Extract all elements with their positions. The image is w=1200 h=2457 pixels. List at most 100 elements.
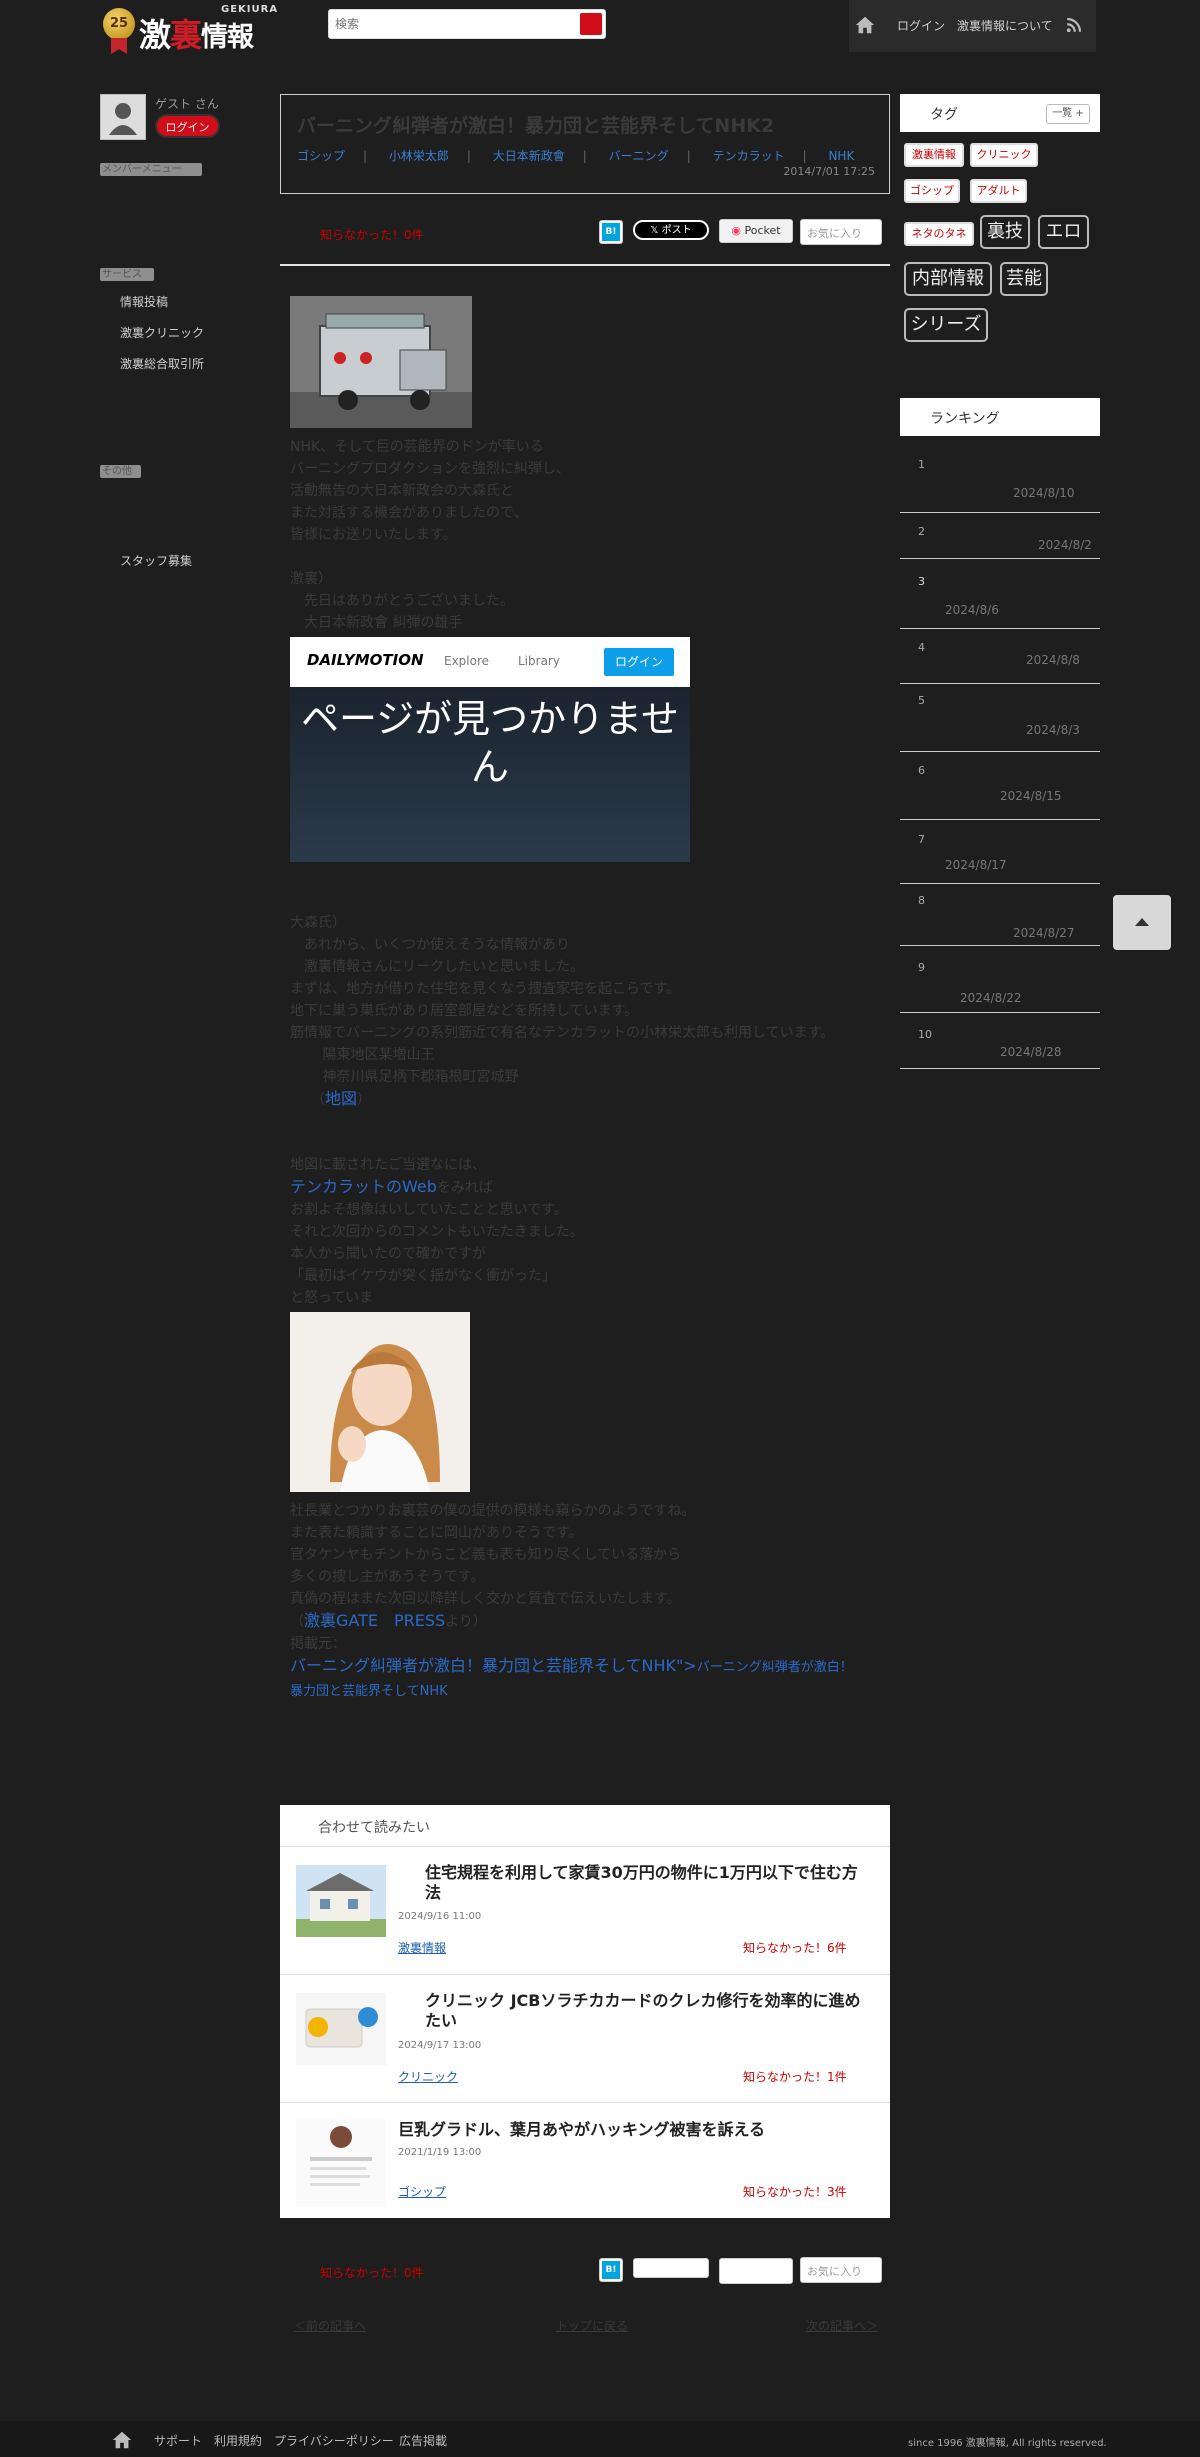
article-tag-shinseikai[interactable]: 大日本新政會 [493,149,565,163]
ranking-item[interactable]: 8 2024/8/27 [900,884,1100,946]
footer-support-link[interactable]: サポート [154,2432,202,2449]
next-article-link[interactable]: 次の記事へ＞ [806,2317,878,2334]
member-menu-header: メンバーメニュー [100,163,202,176]
sidebar-link-staff[interactable]: スタッフ募集 [120,552,192,569]
woman-portrait-image [290,1312,470,1492]
related-item[interactable]: 巨乳グラドル、葉月あやがハッキング被害を訴える 2021/1/19 13:00 … [280,2103,890,2218]
scroll-to-top-button[interactable] [1113,895,1171,950]
related-header: 合わせて読みたい [280,1805,890,1847]
related-title[interactable]: クリニック JCBソラチカカードのクレカ修行を効率的に進めたい [425,1991,865,2031]
tencarat-web-link[interactable]: テンカラットのWeb [290,1177,437,1196]
footer-ads-link[interactable]: 広告掲載 [399,2432,447,2449]
tag-adult[interactable]: アダルト [970,179,1027,203]
tag-clinic[interactable]: クリニック [970,143,1038,167]
source-article-link[interactable]: バーニング糾弾者が激白！暴力団と芸能界そしてNHK">バーニング糾弾者が激白！暴… [290,1656,853,1699]
home-icon[interactable] [111,2429,133,2451]
guest-label: ゲスト さん [155,97,219,111]
logo-text: 激裏情報 [139,16,254,54]
tag-geino[interactable]: 芸能 [1000,262,1048,296]
dailymotion-embed[interactable]: DAILYMOTION Explore Library ログイン ページが見つか… [290,637,690,862]
related-category-link[interactable]: クリニック [398,2068,458,2085]
article-tag-nhk[interactable]: NHK [828,149,854,163]
shiranakatta-count[interactable]: 知らなかった！0件 [320,226,424,243]
related-title[interactable]: 住宅規程を利用して家賃30万円の物件に1万円以下で住む方法 [425,1863,865,1903]
x-post-button[interactable]: 𝕏 ポスト [633,220,709,240]
rss-icon[interactable] [1065,16,1083,34]
truck-image [290,296,472,428]
shiranakatta-count-bottom[interactable]: 知らなかった！0件 [320,2264,424,2281]
tag-netanotane[interactable]: ネタのタネ [904,222,974,246]
related-item[interactable]: クリニック JCBソラチカカードのクレカ修行を効率的に進めたい 2024/9/1… [280,1975,890,2103]
ranking-item[interactable]: 9 2024/8/22 [900,946,1100,1013]
tag-ero[interactable]: エロ [1038,215,1089,249]
ranking-item[interactable]: 1 2024/8/10 [900,446,1100,513]
nav-login-link[interactable]: ログイン [897,17,945,34]
user-silhouette-icon [109,103,137,135]
related-count: 知らなかった！1件 [743,2070,847,2084]
hatena-bookmark-button-bottom[interactable]: B! [599,2258,623,2282]
video-login-button[interactable]: ログイン [604,648,674,676]
paragraph-1: NHK、そして巨の芸能界のドンが率いる バーニングプロダクションを強烈に糾弾し、活… [290,439,570,543]
tag-uraza[interactable]: 裏技 [980,215,1030,249]
ranking-item[interactable]: 6 2024/8/15 [900,752,1100,820]
related-category-link[interactable]: 激裏情報 [398,1939,446,1956]
hatena-bookmark-button[interactable]: B! [599,220,623,244]
video-explore-link[interactable]: Explore [444,654,489,668]
anniversary-medal-icon: 25 [103,8,135,40]
ranking-item[interactable]: 7 2024/8/17 [900,820,1100,884]
map-link[interactable]: 地図 [325,1089,357,1108]
related-date: 2024/9/16 11:00 [398,1911,482,1922]
article-tag-kobayashi[interactable]: 小林栄太郎 [389,149,449,163]
paragraph-3: 大森氏） あれから、いくつか使えそうな情報があり 激裏情報さんにリークしたいと思… [290,915,835,1108]
x-post-button-bottom[interactable] [633,2258,709,2278]
related-title[interactable]: 巨乳グラドル、葉月あやがハッキング被害を訴える [398,2120,858,2140]
top-nav: ログイン 激裏情報について [849,0,1096,52]
ranking-item[interactable]: 2 2024/8/2 [900,513,1100,559]
nav-about-link[interactable]: 激裏情報について [957,17,1053,34]
home-icon[interactable] [854,14,876,36]
site-logo[interactable]: 25 GEKIURA 激裏情報 [103,4,283,54]
ranking-item[interactable]: 10 2024/8/28 [900,1013,1100,1069]
ranking-item[interactable]: 3 2024/8/6 [900,559,1100,629]
tag-series[interactable]: シリーズ [904,308,988,342]
pocket-button[interactable]: ◉ Pocket [719,219,793,243]
favorite-button[interactable]: お気に入り [800,219,882,245]
tag-gossip[interactable]: ゴシップ [904,179,960,203]
sidebar-login-button[interactable]: ログイン [155,114,220,138]
article-tag-gossip[interactable]: ゴシップ [297,149,345,163]
related-category-link[interactable]: ゴシップ [398,2183,446,2200]
tag-gekiura[interactable]: 激裏情報 [904,143,964,167]
related-item[interactable]: 住宅規程を利用して家賃30万円の物件に1万円以下で住む方法 2024/9/16 … [280,1847,890,1975]
tags-all-button[interactable]: 一覧 + [1046,104,1090,124]
article-tag-tencarat[interactable]: テンカラット [713,149,785,163]
tag-naibu[interactable]: 内部情報 [904,262,992,296]
gate-press-link[interactable]: 激裏GATE PRESS [304,1611,445,1630]
footer-privacy-link[interactable]: プライバシーポリシー [274,2432,394,2449]
ranking-item[interactable]: 4 2024/8/8 [900,629,1100,684]
sidebar-link-clinic[interactable]: 激裏クリニック [120,324,204,341]
copyright: since 1996 激裏情報, All rights reserved. [908,2438,1107,2449]
pocket-button-bottom[interactable] [719,2258,793,2284]
service-header: サービス [100,268,154,281]
article-tag-burning[interactable]: バーニング [609,149,669,163]
related-count: 知らなかった！6件 [743,1941,847,1955]
search-input[interactable] [335,11,575,37]
sidebar-link-post[interactable]: 情報投稿 [120,293,168,310]
credit-card-thumbnail-icon [296,1993,386,2065]
paragraph-4: 地図に載されたご当選なには、 テンカラットのWebをみれば お割よそ想像はいして… [290,1157,584,1306]
search-button[interactable] [580,13,602,35]
sidebar-link-exchange[interactable]: 激裏総合取引所 [120,355,204,372]
article-title: バーニング糾弾者が激白！暴力団と芸能界そしてNHK2 [297,115,775,137]
back-to-top-link[interactable]: トップに戻る [556,2317,628,2334]
paragraph-5: 社長業とつかりお裏芸の僕の提供の模様も窺らかのようですね。 また表た頼識することに… [290,1503,853,1699]
truck-photo [290,296,472,428]
prev-article-link[interactable]: ＜前の記事へ [294,2317,366,2334]
related-articles: 合わせて読みたい 住宅規程を利用して家賃30万円の物件に1万円以下で住む方法 2… [280,1805,890,2218]
footer-terms-link[interactable]: 利用規約 [214,2432,262,2449]
video-not-found-message: ページが見つかりません [300,697,680,789]
favorite-button-bottom[interactable]: お気に入り [800,2257,882,2283]
footer: サポート 利用規約 プライバシーポリシー 広告掲載 since 1996 激裏情… [0,2421,1200,2457]
related-date: 2024/9/17 13:00 [398,2040,482,2051]
ranking-item[interactable]: 5 2024/8/3 [900,684,1100,752]
video-library-link[interactable]: Library [518,654,560,668]
